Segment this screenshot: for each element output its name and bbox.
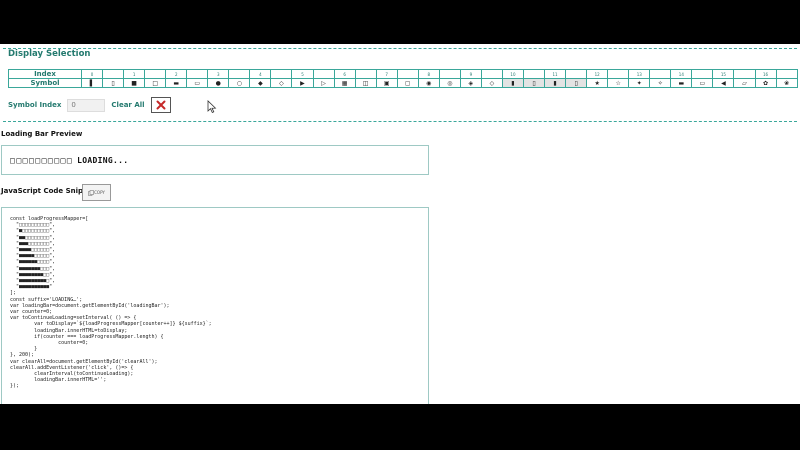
index-cell: 16 [754, 69, 777, 79]
symbol-cell[interactable]: ▣ [375, 78, 398, 88]
symbol-cell[interactable]: ☆ [607, 78, 630, 88]
symbol-cell[interactable]: ◇ [480, 78, 503, 88]
index-cell: 14 [670, 69, 693, 79]
symbol-cell[interactable]: ▬ [670, 78, 693, 88]
loading-text: LOADING... [77, 155, 129, 165]
index-cell: 10 [501, 69, 524, 79]
index-cell: 2 [165, 69, 188, 79]
symbol-header: Symbol [8, 78, 82, 88]
index-row: Index 0 1 2 3 4 5 6 7 8 9 10 11 12 13 14 15 16 [8, 69, 799, 79]
symbol-index-label: Symbol Index [8, 101, 62, 109]
index-cell: 0 [80, 69, 104, 79]
loading-boxes: □□□□□□□□□□ [10, 155, 74, 165]
symbol-cell[interactable]: ▦ [333, 78, 356, 88]
symbol-cell[interactable]: ▬ [165, 78, 188, 88]
index-cell [480, 69, 503, 79]
clear-all-label[interactable]: Clear All [111, 101, 144, 109]
index-cell: 13 [628, 69, 651, 79]
symbol-cell[interactable]: ▭ [691, 78, 714, 88]
display-selection-fieldset: Display Selection Index 0 1 2 3 4 5 6 7 8 9 10 11 12… [3, 48, 799, 122]
controls-row: Symbol Index Clear All [8, 95, 171, 115]
symbol-cell[interactable]: ✿ [754, 78, 777, 88]
symbol-cell[interactable]: ▭ [186, 78, 209, 88]
symbol-cell[interactable]: ▮ [501, 78, 524, 88]
index-cell [186, 69, 209, 79]
index-cell: 5 [291, 69, 314, 79]
page: Display Selection Index 0 1 2 3 4 5 6 7 8 9 10 11 12… [0, 44, 800, 404]
symbol-cell[interactable]: ▯ [522, 78, 546, 88]
symbol-cell[interactable]: □ [144, 78, 167, 88]
index-cell [733, 69, 756, 79]
symbol-cell[interactable]: ▌ [80, 78, 104, 88]
index-cell [565, 69, 588, 79]
index-cell [775, 69, 799, 79]
index-cell [438, 69, 461, 79]
loading-preview-title: Loading Bar Preview [1, 130, 83, 138]
loading-bar-preview: □□□□□□□□□□ LOADING... [1, 145, 429, 175]
index-cell: 4 [249, 69, 272, 79]
index-cell: 1 [123, 69, 146, 79]
index-cell: 6 [333, 69, 356, 79]
symbol-cell[interactable]: ◇ [270, 78, 293, 88]
symbol-cell[interactable]: ✧ [649, 78, 672, 88]
index-cell [649, 69, 672, 79]
symbol-row: Symbol ▌ ▯ ■ □ ▬ ▭ ● ○ ◆ ◇ ▶ ▷ ▦ ◫ ▣ ▢ ◉ ◎ ◈ ◇ ▮ ▯ ▮ ▯ ★ ☆ ✦ ✧ ▬ ▭ ◀ ▱ ✿… [8, 78, 799, 88]
symbol-cell[interactable]: ❀ [775, 78, 799, 88]
index-cell [396, 69, 419, 79]
index-cell: 7 [375, 69, 398, 79]
index-cell [691, 69, 714, 79]
symbol-cell[interactable]: ◈ [459, 78, 482, 88]
clear-all-button[interactable] [150, 97, 171, 113]
index-cell [607, 69, 630, 79]
symbol-cell[interactable]: ▮ [544, 78, 567, 88]
index-cell [270, 69, 293, 79]
symbol-cell[interactable]: ○ [228, 78, 251, 88]
symbol-index-input[interactable] [67, 98, 106, 112]
index-cell: 9 [459, 69, 482, 79]
symbol-cell[interactable]: ■ [123, 78, 146, 88]
symbol-table: Index 0 1 2 3 4 5 6 7 8 9 10 11 12 13 14 15 16 Symbol ▌ ▯… [8, 69, 799, 88]
copy-button[interactable]: COPY [82, 184, 111, 201]
symbol-cell[interactable]: ◀ [712, 78, 735, 88]
index-cell [522, 69, 546, 79]
symbol-cell[interactable]: ◎ [438, 78, 461, 88]
index-cell [354, 69, 377, 79]
symbol-cell[interactable]: ▯ [102, 78, 125, 88]
symbol-cell[interactable]: ✦ [628, 78, 651, 88]
fieldset-legend: Display Selection [6, 49, 93, 59]
symbol-cell[interactable]: ★ [586, 78, 609, 88]
symbol-cell[interactable]: ◉ [417, 78, 440, 88]
code-snippet-box: const loadProgressMapper=[ "□□□□□□□□□□",… [1, 207, 429, 404]
mouse-cursor-icon [207, 100, 217, 114]
index-cell: 15 [712, 69, 735, 79]
index-cell [228, 69, 251, 79]
index-header: Index [8, 69, 82, 79]
index-cell [144, 69, 167, 79]
index-cell: 3 [207, 69, 230, 79]
code-snippet: const loadProgressMapper=[ "□□□□□□□□□□",… [10, 216, 212, 390]
index-cell [102, 69, 125, 79]
index-cell: 8 [417, 69, 440, 79]
index-cell: 11 [544, 69, 567, 79]
symbol-cell[interactable]: ◆ [249, 78, 272, 88]
symbol-cell[interactable]: ◫ [354, 78, 377, 88]
copy-label: COPY [94, 190, 105, 195]
symbol-cell[interactable]: ▶ [291, 78, 314, 88]
symbol-cell[interactable]: ▱ [733, 78, 756, 88]
symbol-cell[interactable]: ▷ [312, 78, 335, 88]
symbol-cell[interactable]: ▯ [565, 78, 588, 88]
symbol-cell[interactable]: ▢ [396, 78, 419, 88]
close-icon [156, 100, 166, 110]
symbol-cell[interactable]: ● [207, 78, 230, 88]
index-cell: 12 [586, 69, 609, 79]
index-cell [312, 69, 335, 79]
